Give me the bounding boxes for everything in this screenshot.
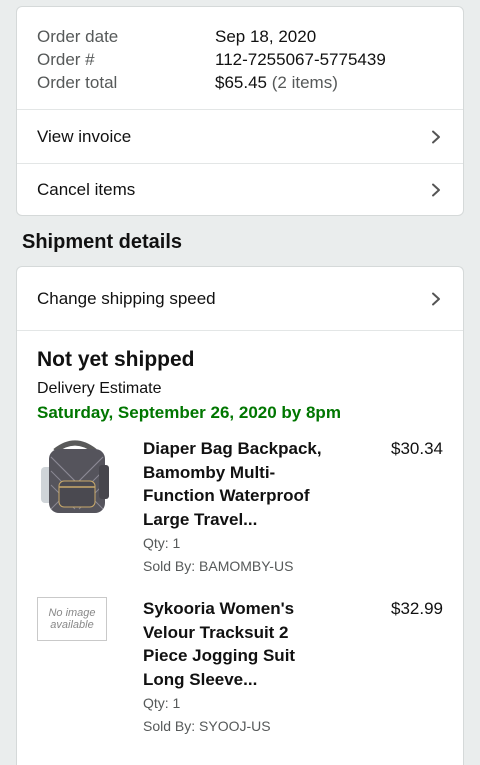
item-title[interactable]: Sykooria Women's Velour Tracksuit 2 Piec… — [143, 597, 333, 691]
backpack-image[interactable] — [37, 437, 109, 517]
item-title[interactable]: Diaper Bag Backpack, Bamomby Multi-Funct… — [143, 437, 333, 531]
order-total-row: Order total $65.45 (2 items) — [37, 71, 443, 94]
shipment-card: Change shipping speed Not yet shipped De… — [16, 266, 464, 765]
view-invoice-link[interactable]: View invoice — [17, 110, 463, 163]
no-image-text: No image — [48, 607, 96, 619]
order-date-label: Order date — [37, 27, 119, 46]
order-summary-card: Order date Sep 18, 2020 Order # 112-7255… — [16, 6, 464, 216]
order-date-value: Sep 18, 2020 — [215, 27, 317, 46]
change-shipping-speed-link[interactable]: Change shipping speed — [17, 267, 463, 331]
order-item[interactable]: Diaper Bag Backpack, Bamomby Multi-Funct… — [37, 437, 443, 587]
shipment-status: Not yet shipped Delivery Estimate Saturd… — [17, 331, 463, 425]
item-quantity: Qty: 1 — [143, 695, 181, 711]
cancel-items-link[interactable]: Cancel items — [17, 163, 463, 216]
order-total-amount: $65.45 — [215, 73, 267, 92]
view-invoice-label: View invoice — [37, 126, 132, 146]
chevron-right-icon — [429, 130, 443, 144]
cancel-items-label: Cancel items — [37, 180, 136, 199]
item-price: $32.99 — [391, 599, 443, 618]
order-item-count: (2 items) — [271, 73, 338, 92]
order-item[interactable]: No image available Sykooria Women's Velo… — [37, 597, 443, 747]
chevron-right-icon — [429, 183, 443, 197]
order-total-value: $65.45 (2 items) — [215, 71, 338, 94]
order-summary-details: Order date Sep 18, 2020 Order # 112-7255… — [17, 7, 463, 110]
shipment-details-heading: Shipment details — [22, 231, 183, 253]
item-price: $30.34 — [391, 439, 443, 458]
change-shipping-speed-label: Change shipping speed — [37, 288, 216, 308]
order-total-label: Order total — [37, 73, 118, 92]
order-number-value: 112-7255067-5775439 — [215, 50, 386, 69]
item-seller: Sold By: SYOOJ-US — [143, 718, 271, 734]
delivery-estimate-date: Saturday, September 26, 2020 by 8pm — [37, 403, 341, 422]
no-image-text: available — [50, 619, 94, 631]
chevron-right-icon — [429, 292, 443, 306]
order-number-row: Order # 112-7255067-5775439 — [37, 48, 443, 71]
item-quantity: Qty: 1 — [143, 535, 181, 551]
no-image-placeholder[interactable]: No image available — [37, 597, 109, 677]
order-number-label: Order # — [37, 50, 95, 69]
order-date-row: Order date Sep 18, 2020 — [37, 25, 443, 48]
item-seller: Sold By: BAMOMBY-US — [143, 558, 294, 574]
delivery-estimate-label: Delivery Estimate — [37, 380, 162, 397]
shipment-status-title: Not yet shipped — [37, 348, 195, 371]
